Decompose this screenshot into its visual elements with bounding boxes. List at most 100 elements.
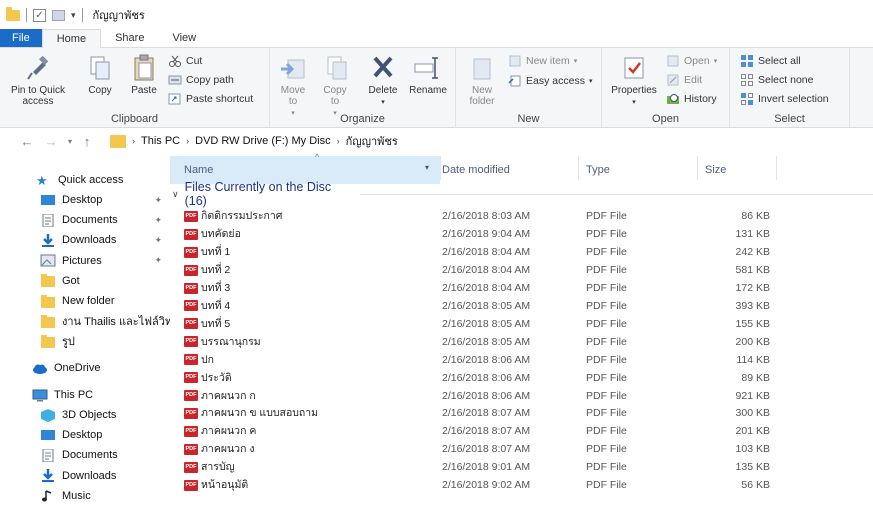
nav-quick-access-item[interactable]: งาน Thailis และไฟล์วิท <box>0 311 170 331</box>
column-header-type[interactable]: Type <box>586 158 610 182</box>
file-name-cell: PDF บทที่ 4 <box>184 297 230 315</box>
file-date: 2/16/2018 8:03 AM <box>442 210 531 222</box>
file-row[interactable]: PDF กิตติกรรมประกาศ 2/16/2018 8:03 AM PDF F… <box>170 207 873 225</box>
new-item-dropdown-icon: ▾ <box>573 58 578 65</box>
pin-to-quick-access-label: Pin to Quick access <box>11 85 65 107</box>
file-row[interactable]: PDF ภาคผนวก ง 2/16/2018 8:07 AM PDF File 103… <box>170 440 873 458</box>
qat-dropdown-icon[interactable]: ▾ <box>71 10 76 21</box>
chevron-down-icon[interactable]: ∨ <box>172 189 179 200</box>
file-row[interactable]: PDF บทที่ 1 2/16/2018 8:04 AM PDF File 242 K… <box>170 243 873 261</box>
rename-button[interactable]: Rename <box>406 54 450 96</box>
nav-quick-access-item[interactable]: Desktop ✦ <box>0 190 170 210</box>
nav-this-pc-item[interactable]: Music <box>0 486 170 506</box>
up-arrow-icon[interactable]: ↑ <box>78 134 96 149</box>
pdf-icon: PDF <box>184 372 198 384</box>
file-row[interactable]: PDF บทที่ 2 2/16/2018 8:04 AM PDF File 581 K… <box>170 261 873 279</box>
nav-this-pc-item[interactable]: 3D Objects <box>0 405 170 425</box>
new-folder-qat-icon[interactable] <box>52 9 65 21</box>
back-arrow-icon[interactable]: ← <box>18 134 36 149</box>
easy-access-button[interactable]: Easy access ▾ <box>508 75 592 87</box>
breadcrumb-this-pc[interactable]: This PC <box>141 135 180 147</box>
open-button[interactable]: Open ▾ <box>666 55 717 67</box>
file-size: 393 KB <box>735 299 770 312</box>
history-label: History <box>684 93 717 105</box>
file-type: PDF File <box>586 245 627 258</box>
history-button[interactable]: History <box>666 93 717 105</box>
copy-path-button[interactable]: Copy path <box>168 74 234 86</box>
file-type: PDF File <box>586 371 627 384</box>
address-bar[interactable]: › This PC › DVD RW Drive (F:) My Disc › … <box>110 132 873 150</box>
nav-onedrive[interactable]: OneDrive <box>0 358 170 378</box>
folder-icon <box>6 6 20 21</box>
forward-arrow-icon[interactable]: → <box>42 134 60 149</box>
tab-view[interactable]: View <box>158 29 210 47</box>
move-to-label: Move to <box>280 85 306 107</box>
column-separator[interactable] <box>697 156 698 180</box>
group-header-rule <box>360 193 873 195</box>
file-row[interactable]: PDF บทที่ 3 2/16/2018 8:04 AM PDF File 172 K… <box>170 279 873 297</box>
properties-qat-icon[interactable]: ✓ <box>33 8 46 22</box>
nav-quick-access-item[interactable]: Got <box>0 271 170 291</box>
file-date: 2/16/2018 8:04 AM <box>442 263 531 276</box>
nav-this-pc-item[interactable]: Desktop <box>0 425 170 445</box>
file-row[interactable]: PDF ภาคผนวก ก 2/16/2018 8:06 AM PDF File 921… <box>170 387 873 405</box>
column-separator[interactable] <box>578 156 579 180</box>
tab-share[interactable]: Share <box>101 29 158 47</box>
nav-quick-access-item[interactable]: Documents ✦ <box>0 210 170 230</box>
file-row[interactable]: PDF ประวัติ 2/16/2018 8:06 AM PDF File 89 KB <box>170 369 873 387</box>
name-column-dropdown-icon[interactable]: ▾ <box>425 163 429 172</box>
group-header[interactable]: ∨ Files Currently on the Disc (16) <box>172 180 873 208</box>
file-row[interactable]: PDF หน้าอนุมัติ 2/16/2018 9:02 AM PDF File 5… <box>170 476 873 494</box>
edit-button[interactable]: Edit <box>666 74 702 86</box>
recent-locations-dropdown-icon[interactable]: ▾ <box>64 137 76 146</box>
column-header-date[interactable]: Date modified <box>442 158 510 182</box>
file-row[interactable]: PDF ปก 2/16/2018 8:06 AM PDF File 114 KB <box>170 351 873 369</box>
file-row[interactable]: PDF สารบัญ 2/16/2018 9:01 AM PDF File 135 KB <box>170 458 873 476</box>
properties-dropdown-icon: ▾ <box>632 99 636 106</box>
copy-to-button[interactable]: Copy to ▾ <box>318 54 352 119</box>
file-row[interactable]: PDF บทที่ 5 2/16/2018 8:05 AM PDF File 155 K… <box>170 315 873 333</box>
nav-quick-access-item[interactable]: Pictures ✦ <box>0 251 170 271</box>
nav-quick-access[interactable]: ★ Quick access <box>0 170 170 190</box>
paste-shortcut-button[interactable]: Paste shortcut <box>168 93 253 105</box>
chevron-right-icon[interactable]: › <box>132 136 135 146</box>
paste-button[interactable]: Paste <box>126 54 162 96</box>
move-to-button[interactable]: Move to ▾ <box>276 54 310 119</box>
cut-button[interactable]: Cut <box>168 55 202 67</box>
column-separator[interactable] <box>776 156 777 180</box>
nav-quick-access-item[interactable]: รูป <box>0 331 170 351</box>
nav-this-pc-item[interactable]: Documents <box>0 445 170 465</box>
invert-selection-button[interactable]: Invert selection <box>740 93 829 105</box>
copy-button[interactable]: Copy <box>82 54 118 96</box>
column-header-size[interactable]: Size <box>705 158 726 182</box>
column-header-name[interactable]: Name <box>184 158 213 182</box>
pdf-icon: PDF <box>184 444 198 456</box>
nav-this-pc[interactable]: This PC <box>0 385 170 405</box>
file-row[interactable]: PDF ภาคผนวก ค 2/16/2018 8:07 AM PDF File 201… <box>170 422 873 440</box>
nav-quick-access-item[interactable]: Downloads ✦ <box>0 230 170 250</box>
chevron-right-icon[interactable]: › <box>337 136 340 146</box>
delete-button[interactable]: Delete ▾ <box>364 54 402 108</box>
nav-quick-access-item[interactable]: New folder <box>0 291 170 311</box>
rename-label: Rename <box>409 85 447 96</box>
file-row[interactable]: PDF บทที่ 4 2/16/2018 8:05 AM PDF File 393 K… <box>170 297 873 315</box>
pin-icon: ✦ <box>154 194 162 205</box>
history-icon <box>666 93 680 105</box>
nav-this-pc-item[interactable]: Downloads <box>0 466 170 486</box>
chevron-right-icon[interactable]: › <box>186 136 189 146</box>
file-row[interactable]: PDF บทคัดย่อ 2/16/2018 9:04 AM PDF File 131 … <box>170 225 873 243</box>
pdf-icon: PDF <box>184 282 198 294</box>
new-item-button[interactable]: New item ▾ <box>508 55 577 67</box>
column-separator[interactable] <box>440 156 441 180</box>
file-row[interactable]: PDF บรรณานุกรม 2/16/2018 8:05 AM PDF File 20… <box>170 333 873 351</box>
tab-file[interactable]: File <box>0 29 42 47</box>
pin-to-quick-access-button[interactable]: Pin to Quick access <box>10 54 66 107</box>
breadcrumb-current-folder[interactable]: กัญญาพัชร <box>346 132 398 150</box>
breadcrumb-dvd-drive[interactable]: DVD RW Drive (F:) My Disc <box>195 135 330 147</box>
properties-button[interactable]: Properties ▾ <box>606 54 662 108</box>
new-folder-button[interactable]: New folder <box>462 54 502 107</box>
tab-home[interactable]: Home <box>41 29 102 48</box>
file-row[interactable]: PDF ภาคผนวก ข แบบสอบถาม 2/16/2018 8:07 AM P… <box>170 404 873 422</box>
select-all-button[interactable]: Select all <box>740 55 801 67</box>
select-none-button[interactable]: Select none <box>740 74 813 86</box>
